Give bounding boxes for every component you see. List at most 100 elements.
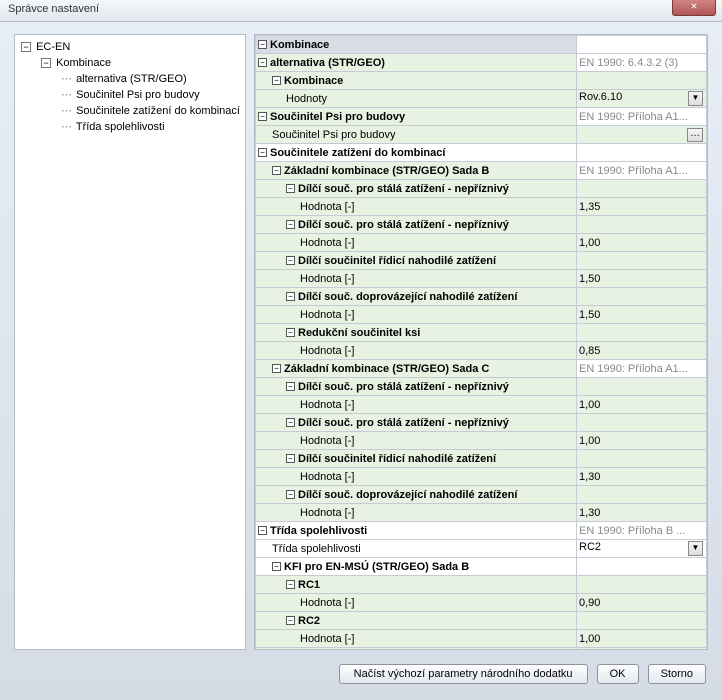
grid-value-cell (577, 486, 707, 504)
tree-leaf[interactable]: ⋯ Součinitel Psi pro budovy (19, 87, 241, 103)
dropdown-icon[interactable]: ▼ (688, 91, 703, 106)
grid-row[interactable]: Hodnota [-]1,00 (256, 234, 707, 252)
tree-branch[interactable]: − Kombinace (19, 55, 241, 71)
grid-row[interactable]: −KFI pro EN-MSÚ (STR/GEO) Sada B (256, 558, 707, 576)
grid-row[interactable]: −Dílčí souč. pro stálá zatížení - nepříz… (256, 216, 707, 234)
grid-value-cell: 0,90 (577, 594, 707, 612)
tree-root[interactable]: − EC-EN (19, 39, 241, 55)
grid-label-cell: −Třída spolehlivosti (256, 522, 577, 540)
grid-row[interactable]: Hodnota [-]1,00 (256, 630, 707, 648)
grid-value-cell: 1,50 (577, 306, 707, 324)
collapse-icon[interactable]: − (286, 256, 295, 265)
collapse-icon[interactable]: − (258, 526, 267, 535)
collapse-icon[interactable]: − (21, 42, 31, 52)
grid-row[interactable]: −Základní kombinace (STR/GEO) Sada BEN 1… (256, 162, 707, 180)
grid-row[interactable]: −Dílčí součinitel řídicí nahodilé zatíže… (256, 252, 707, 270)
grid-row[interactable]: Hodnota [-]1,30 (256, 468, 707, 486)
collapse-icon[interactable]: − (286, 454, 295, 463)
collapse-icon[interactable]: − (41, 58, 51, 68)
collapse-icon[interactable]: − (258, 112, 267, 121)
grid-label-cell: −RC1 (256, 576, 577, 594)
grid-row[interactable]: −Dílčí souč. pro stálá zatížení - nepříz… (256, 378, 707, 396)
collapse-icon[interactable]: − (286, 616, 295, 625)
dropdown-icon[interactable]: ▼ (688, 541, 703, 556)
grid-label-cell: −Základní kombinace (STR/GEO) Sada C (256, 360, 577, 378)
grid-row[interactable]: −alternativa (STR/GEO)EN 1990: 6.4.3.2 (… (256, 54, 707, 72)
tree-leaf[interactable]: ⋯ Součinitele zatížení do kombinací (19, 103, 241, 119)
grid-row[interactable]: −RC2 (256, 612, 707, 630)
ellipsis-button[interactable]: … (687, 128, 703, 142)
grid-value: EN 1990: Příloha A1... (579, 111, 688, 123)
grid-row[interactable]: −Základní kombinace (STR/GEO) Sada CEN 1… (256, 360, 707, 378)
grid-value: 1,50 (579, 273, 600, 285)
grid-row[interactable]: Hodnota [-]1,50 (256, 306, 707, 324)
grid-row[interactable]: Hodnota [-]0,90 (256, 594, 707, 612)
grid-row[interactable]: Hodnota [-]1,35 (256, 198, 707, 216)
collapse-icon[interactable]: − (286, 490, 295, 499)
grid-row[interactable]: −RC3 (256, 648, 707, 651)
collapse-icon[interactable]: − (272, 166, 281, 175)
grid-value-cell (577, 144, 707, 162)
grid-row[interactable]: −Dílčí souč. doprovázející nahodilé zatí… (256, 486, 707, 504)
collapse-icon[interactable]: − (286, 382, 295, 391)
grid-row[interactable]: Součinitel Psi pro budovy… (256, 126, 707, 144)
grid-row[interactable]: Hodnoty▼Rov.6.10 (256, 90, 707, 108)
ok-button[interactable]: OK (597, 664, 639, 684)
grid-label-cell: Hodnota [-] (256, 270, 577, 288)
collapse-icon[interactable]: − (286, 418, 295, 427)
tree-leaf[interactable]: ⋯ Třída spolehlivosti (19, 119, 241, 135)
grid-value: 1,30 (579, 507, 600, 519)
leaf-icon: ⋯ (61, 71, 71, 87)
collapse-icon[interactable]: − (286, 328, 295, 337)
grid-label-cell: Hodnota [-] (256, 306, 577, 324)
collapse-icon[interactable]: − (258, 58, 267, 67)
grid-row[interactable]: −RC1 (256, 576, 707, 594)
grid-label: Hodnota [-] (300, 507, 354, 519)
grid-row[interactable]: −Třída spolehlivostiEN 1990: Příloha B .… (256, 522, 707, 540)
grid-row[interactable]: Hodnota [-] 1,30 (256, 504, 707, 522)
collapse-icon[interactable]: − (286, 220, 295, 229)
collapse-icon[interactable]: − (272, 364, 281, 373)
grid-row[interactable]: Hodnota [-]0,85 (256, 342, 707, 360)
grid-value-cell (577, 72, 707, 90)
collapse-icon[interactable]: − (258, 148, 267, 157)
grid-row[interactable]: −Dílčí souč. pro stálá zatížení - nepříz… (256, 180, 707, 198)
collapse-icon[interactable]: − (286, 580, 295, 589)
collapse-icon[interactable]: − (258, 40, 267, 49)
grid-value-cell: 1,00 (577, 234, 707, 252)
grid-label: Kombinace (270, 39, 329, 51)
grid-row[interactable]: Hodnota [-]1,50 (256, 270, 707, 288)
tree-leaf-label: Třída spolehlivosti (76, 121, 165, 133)
grid-row[interactable]: Hodnota [-]1,00 (256, 396, 707, 414)
grid-row[interactable]: −Součinitel Psi pro budovyEN 1990: Přílo… (256, 108, 707, 126)
collapse-icon[interactable]: − (286, 184, 295, 193)
cancel-button[interactable]: Storno (648, 664, 706, 684)
grid-label: Hodnota [-] (300, 345, 354, 357)
grid-row[interactable]: −Kombinace (256, 72, 707, 90)
grid-row[interactable]: Hodnota [-]1,00 (256, 432, 707, 450)
grid-value-cell[interactable]: ▼RC2 (577, 540, 707, 558)
tree-branch-label: Kombinace (56, 57, 111, 69)
load-defaults-button[interactable]: Načíst výchozí parametry národního dodat… (339, 664, 588, 684)
collapse-icon[interactable]: − (286, 292, 295, 301)
grid-row[interactable]: −Dílčí souč. doprovázející nahodilé zatí… (256, 288, 707, 306)
grid-row[interactable]: −Redukční součinitel ksi (256, 324, 707, 342)
grid-label: Hodnota [-] (300, 633, 354, 645)
close-button[interactable]: × (672, 0, 716, 16)
grid-row[interactable]: −Dílčí souč. pro stálá zatížení - nepříz… (256, 414, 707, 432)
grid-value-cell (577, 180, 707, 198)
collapse-icon[interactable]: − (272, 76, 281, 85)
grid-row[interactable]: −Kombinace (256, 36, 707, 54)
grid-row[interactable]: −Dílčí součinitel řídicí nahodilé zatíže… (256, 450, 707, 468)
grid-row[interactable]: −Součinitele zatížení do kombinací (256, 144, 707, 162)
grid-label-cell: −Součinitel Psi pro budovy (256, 108, 577, 126)
grid-value-cell[interactable]: … (577, 126, 707, 144)
grid-value: EN 1990: 6.4.3.2 (3) (579, 57, 678, 69)
collapse-icon[interactable]: − (272, 562, 281, 571)
grid-value-cell[interactable]: ▼Rov.6.10 (577, 90, 707, 108)
tree-leaf[interactable]: ⋯ alternativa (STR/GEO) (19, 71, 241, 87)
grid-label: Základní kombinace (STR/GEO) Sada B (284, 165, 489, 177)
property-grid[interactable]: −Kombinace−alternativa (STR/GEO)EN 1990:… (254, 34, 708, 650)
grid-row[interactable]: Třída spolehlivosti▼RC2 (256, 540, 707, 558)
grid-value-cell: 1,00 (577, 432, 707, 450)
